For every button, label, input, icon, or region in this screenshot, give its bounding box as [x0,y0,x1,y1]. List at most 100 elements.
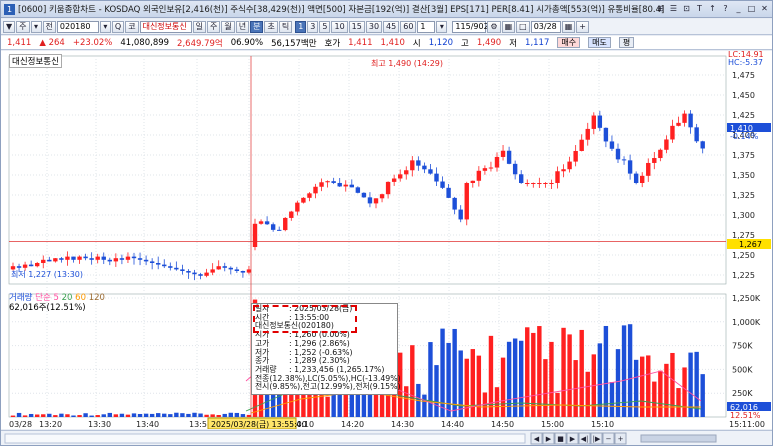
minute-1[interactable]: 1 [295,20,307,33]
period-3[interactable]: 년 [235,20,250,33]
scroll-button-icon[interactable]: ■ [557,435,564,443]
hoga-label: 호가 [324,38,341,49]
volume-bar [10,415,16,417]
window-control-6[interactable]: _ [733,3,744,15]
volume-bar [125,414,131,417]
search-icon[interactable]: Q [111,20,125,33]
date-picker-icon[interactable]: ▦ [561,20,576,33]
stock-type-button[interactable]: 주 [16,20,30,33]
volume-value: 41,080,899 [120,37,170,48]
candle-body [192,272,197,275]
buy-button[interactable]: 매수 [557,37,581,48]
period-4[interactable]: 분 [250,20,264,33]
period-0[interactable]: 일 [192,20,206,33]
flat-button[interactable]: 평 [618,37,635,48]
bottom-scrollbar[interactable]: ◀ ▶ ■ ▶ ◀| |▶ − + [1,430,772,445]
window-control-5[interactable]: ? [720,3,731,15]
window-control-0[interactable]: ⊞ [655,3,666,15]
volume-bar [646,355,651,417]
minute-3[interactable]: 3 [307,20,319,33]
minute-45[interactable]: 45 [383,20,400,33]
scroll-button-icon[interactable]: |▶ [593,435,601,443]
chart-area[interactable]: 1,475 1,450 1,425 1,400 1,375 1,350 1,325 1,300… [1,51,772,429]
volume-bar [210,414,215,417]
candle-body [627,160,633,174]
window-number: 1 [4,3,15,15]
window-control-2[interactable]: ⊡ [681,3,692,15]
candle-body [482,168,488,171]
chart-settings-icon[interactable]: ⚙ [487,20,501,33]
volume-bar [240,414,246,417]
zoom-slider[interactable] [640,434,717,443]
window-control-3[interactable]: T [694,3,705,15]
period-6[interactable]: 틱 [278,20,293,33]
market-button[interactable]: 전 [42,20,56,33]
price-tick: 1,475 [732,71,755,80]
volume-bar [137,413,143,417]
volume-bar [627,324,633,417]
minute-15[interactable]: 15 [348,20,365,33]
unit-dropdown[interactable]: ▾ [436,20,448,33]
volume-tick: 750K [732,342,753,351]
scroll-button-icon[interactable]: ▶ [546,435,552,443]
window-control-1[interactable]: ☰ [668,3,679,15]
low-price: 1,117 [525,37,550,48]
volume-bar [143,413,149,417]
period-2[interactable]: 월 [221,20,235,33]
candle-body [41,259,46,263]
window-control-8[interactable]: ✕ [759,3,770,15]
window-control-4[interactable]: ↑ [707,3,718,15]
candle-body [615,148,621,160]
stock-type-dropdown[interactable]: ▾ [30,20,42,33]
candle-body [53,258,58,262]
date-checkbox[interactable]: □ [516,20,530,33]
minute-5[interactable]: 5 [319,20,331,33]
count-field[interactable]: 115/902 [452,20,489,33]
candle-body [89,258,94,260]
minute-30[interactable]: 30 [365,20,383,33]
window-control-7[interactable]: □ [746,3,757,15]
scroll-button-icon[interactable]: ◀ [534,435,540,443]
scroll-button-icon[interactable]: ◀| [581,435,589,443]
current-price: 1,411 [7,37,32,48]
scroll-button-icon[interactable]: ▶ [570,435,576,443]
candle-body [676,122,681,126]
minute-60[interactable]: 60 [400,20,417,33]
period-5[interactable]: 초 [264,20,278,33]
scroll-button-icon[interactable]: + [618,435,624,443]
minute-10[interactable]: 10 [331,20,348,33]
kosdaq-button[interactable]: 코 [125,20,139,33]
period-1[interactable]: 주 [206,20,221,33]
candle-body [609,141,615,149]
scroll-button-icon[interactable]: − [606,435,612,443]
candle-body [59,258,64,260]
candle-body [428,169,433,174]
volume-current-pct: 12.51% [730,411,761,420]
volume-bar [228,412,233,417]
sell-button[interactable]: 매도 [588,37,611,48]
stock-name-field[interactable]: 대신정보통신 [139,20,192,33]
volume-bar [28,413,34,417]
candle-body [579,139,584,151]
scroll-track[interactable] [4,433,526,444]
add-indicator-icon[interactable]: + [576,20,589,33]
code-dropdown[interactable]: ▾ [99,20,111,33]
candle-body [621,159,627,161]
chart-tools-icon[interactable]: ▦ [501,20,516,33]
candle-body [670,125,675,140]
up-arrow-icon: ▲ [39,37,46,48]
time-tick: 15:00 [541,420,564,429]
stock-code-input[interactable]: 020180 [56,20,99,33]
candle-body [404,170,409,175]
low-label: 저 [509,38,518,49]
candle-body [549,183,554,184]
volume-bar [633,359,639,417]
date-input[interactable]: 03/28 [530,20,561,33]
menu-button[interactable]: ▼ [3,20,16,33]
unit-input[interactable]: 1 [417,20,436,33]
volume-bar [561,327,566,417]
candle-body [500,150,506,157]
candle-body [512,163,518,175]
price-tick: 1,275 [732,231,755,240]
candle-body [301,197,306,203]
